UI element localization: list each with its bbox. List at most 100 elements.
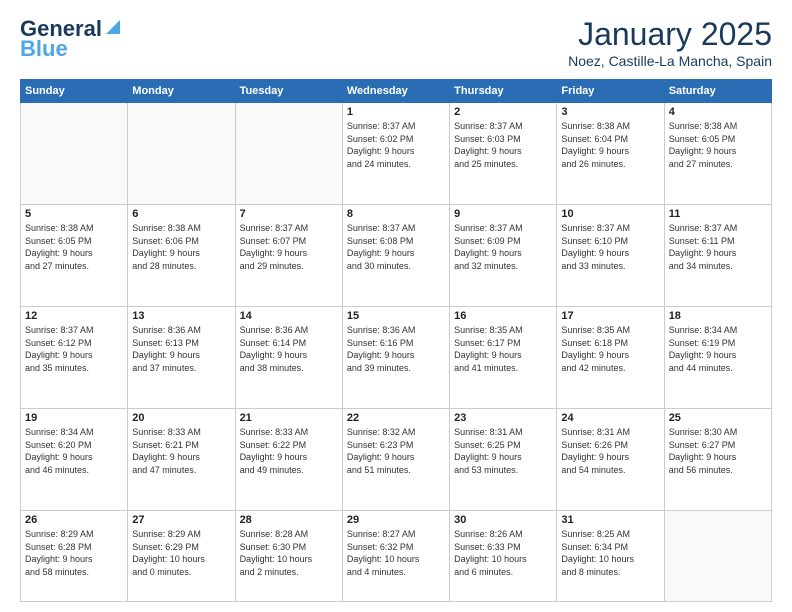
day-info: Sunrise: 8:34 AM Sunset: 6:19 PM Dayligh…: [669, 324, 767, 374]
calendar-cell: 27 Sunrise: 8:29 AM Sunset: 6:29 PM Dayli…: [128, 510, 235, 601]
day-info: Sunrise: 8:29 AM Sunset: 6:29 PM Dayligh…: [132, 528, 230, 578]
calendar-cell: 28Sunrise: 8:28 AM Sunset: 6:30 PM Dayli…: [235, 510, 342, 601]
day-info: Sunrise: 8:38 AM Sunset: 6:04 PM Dayligh…: [561, 120, 659, 170]
day-info: Sunrise: 8:37 AM Sunset: 6:10 PM Dayligh…: [561, 222, 659, 272]
title-block: January 2025 Noez, Castille-La Mancha, S…: [568, 16, 772, 69]
day-number: 12: [25, 310, 123, 322]
day-number: 4: [669, 106, 767, 118]
calendar-cell: 15 Sunrise: 8:36 AM Sunset: 6:16 PM Dayli…: [342, 306, 449, 408]
calendar-cell: 13 Sunrise: 8:36 AM Sunset: 6:13 PM Dayli…: [128, 306, 235, 408]
calendar-cell: 10Sunrise: 8:37 AM Sunset: 6:10 PM Dayli…: [557, 204, 664, 306]
calendar-cell: 2 Sunrise: 8:37 AM Sunset: 6:03 PM Daylig…: [450, 103, 557, 205]
calendar-cell: 14Sunrise: 8:36 AM Sunset: 6:14 PM Dayli…: [235, 306, 342, 408]
day-info: Sunrise: 8:35 AM Sunset: 6:18 PM Dayligh…: [561, 324, 659, 374]
calendar-week-row: 12 Sunrise: 8:37 AM Sunset: 6:12 PM Dayli…: [21, 306, 772, 408]
day-info: Sunrise: 8:29 AM Sunset: 6:28 PM Dayligh…: [25, 528, 123, 578]
month-title: January 2025: [568, 16, 772, 53]
day-number: 30: [454, 514, 552, 526]
day-number: 14: [240, 310, 338, 322]
weekday-header-row: SundayMondayTuesdayWednesdayThursdayFrid…: [21, 80, 772, 103]
day-number: 16: [454, 310, 552, 322]
day-info: Sunrise: 8:38 AM Sunset: 6:05 PM Dayligh…: [669, 120, 767, 170]
weekday-header: Wednesday: [342, 80, 449, 103]
calendar-cell: 29Sunrise: 8:27 AM Sunset: 6:32 PM Dayli…: [342, 510, 449, 601]
day-info: Sunrise: 8:31 AM Sunset: 6:25 PM Dayligh…: [454, 426, 552, 476]
day-info: Sunrise: 8:31 AM Sunset: 6:26 PM Dayligh…: [561, 426, 659, 476]
calendar-cell: 26 Sunrise: 8:29 AM Sunset: 6:28 PM Dayli…: [21, 510, 128, 601]
day-number: 9: [454, 208, 552, 220]
calendar-cell: [664, 510, 771, 601]
day-number: 2: [454, 106, 552, 118]
day-info: Sunrise: 8:33 AM Sunset: 6:22 PM Dayligh…: [240, 426, 338, 476]
day-number: 21: [240, 412, 338, 424]
day-info: Sunrise: 8:28 AM Sunset: 6:30 PM Dayligh…: [240, 528, 338, 578]
calendar-cell: 11Sunrise: 8:37 AM Sunset: 6:11 PM Dayli…: [664, 204, 771, 306]
calendar-cell: 22 Sunrise: 8:32 AM Sunset: 6:23 PM Dayli…: [342, 408, 449, 510]
day-number: 1: [347, 106, 445, 118]
calendar-cell: 7Sunrise: 8:37 AM Sunset: 6:07 PM Daylig…: [235, 204, 342, 306]
calendar-week-row: 26 Sunrise: 8:29 AM Sunset: 6:28 PM Dayli…: [21, 510, 772, 601]
day-info: Sunrise: 8:37 AM Sunset: 6:11 PM Dayligh…: [669, 222, 767, 272]
calendar-cell: 17 Sunrise: 8:35 AM Sunset: 6:18 PM Dayli…: [557, 306, 664, 408]
day-info: Sunrise: 8:37 AM Sunset: 6:09 PM Dayligh…: [454, 222, 552, 272]
calendar-cell: [235, 103, 342, 205]
day-number: 18: [669, 310, 767, 322]
day-info: Sunrise: 8:37 AM Sunset: 6:03 PM Dayligh…: [454, 120, 552, 170]
calendar-cell: 18 Sunrise: 8:34 AM Sunset: 6:19 PM Dayli…: [664, 306, 771, 408]
day-number: 27: [132, 514, 230, 526]
day-number: 15: [347, 310, 445, 322]
day-info: Sunrise: 8:35 AM Sunset: 6:17 PM Dayligh…: [454, 324, 552, 374]
day-info: Sunrise: 8:38 AM Sunset: 6:06 PM Dayligh…: [132, 222, 230, 272]
day-number: 13: [132, 310, 230, 322]
calendar-table: SundayMondayTuesdayWednesdayThursdayFrid…: [20, 79, 772, 602]
day-number: 19: [25, 412, 123, 424]
day-info: Sunrise: 8:32 AM Sunset: 6:23 PM Dayligh…: [347, 426, 445, 476]
calendar-cell: 8Sunrise: 8:37 AM Sunset: 6:08 PM Daylig…: [342, 204, 449, 306]
logo-triangle-icon: [104, 18, 122, 36]
day-number: 17: [561, 310, 659, 322]
header: General Blue January 2025 Noez, Castille…: [20, 16, 772, 69]
logo-blue: Blue: [20, 36, 68, 62]
day-number: 5: [25, 208, 123, 220]
calendar-cell: 20 Sunrise: 8:33 AM Sunset: 6:21 PM Dayli…: [128, 408, 235, 510]
day-info: Sunrise: 8:26 AM Sunset: 6:33 PM Dayligh…: [454, 528, 552, 578]
day-number: 25: [669, 412, 767, 424]
day-number: 20: [132, 412, 230, 424]
calendar-week-row: 5 Sunrise: 8:38 AM Sunset: 6:05 PM Daylig…: [21, 204, 772, 306]
day-number: 24: [561, 412, 659, 424]
day-info: Sunrise: 8:36 AM Sunset: 6:13 PM Dayligh…: [132, 324, 230, 374]
calendar-cell: 19 Sunrise: 8:34 AM Sunset: 6:20 PM Dayli…: [21, 408, 128, 510]
calendar-cell: 31 Sunrise: 8:25 AM Sunset: 6:34 PM Dayli…: [557, 510, 664, 601]
calendar-cell: 23 Sunrise: 8:31 AM Sunset: 6:25 PM Dayli…: [450, 408, 557, 510]
weekday-header: Sunday: [21, 80, 128, 103]
day-number: 22: [347, 412, 445, 424]
calendar-cell: [21, 103, 128, 205]
day-info: Sunrise: 8:37 AM Sunset: 6:02 PM Dayligh…: [347, 120, 445, 170]
day-info: Sunrise: 8:25 AM Sunset: 6:34 PM Dayligh…: [561, 528, 659, 578]
calendar-cell: 30 Sunrise: 8:26 AM Sunset: 6:33 PM Dayli…: [450, 510, 557, 601]
calendar-cell: 9 Sunrise: 8:37 AM Sunset: 6:09 PM Daylig…: [450, 204, 557, 306]
day-number: 7: [240, 208, 338, 220]
calendar-cell: 4 Sunrise: 8:38 AM Sunset: 6:05 PM Daylig…: [664, 103, 771, 205]
calendar-cell: 25 Sunrise: 8:30 AM Sunset: 6:27 PM Dayli…: [664, 408, 771, 510]
calendar-cell: 5 Sunrise: 8:38 AM Sunset: 6:05 PM Daylig…: [21, 204, 128, 306]
calendar-cell: 3 Sunrise: 8:38 AM Sunset: 6:04 PM Daylig…: [557, 103, 664, 205]
day-number: 3: [561, 106, 659, 118]
day-number: 23: [454, 412, 552, 424]
day-number: 8: [347, 208, 445, 220]
day-info: Sunrise: 8:38 AM Sunset: 6:05 PM Dayligh…: [25, 222, 123, 272]
day-info: Sunrise: 8:36 AM Sunset: 6:16 PM Dayligh…: [347, 324, 445, 374]
weekday-header: Saturday: [664, 80, 771, 103]
calendar-cell: 12 Sunrise: 8:37 AM Sunset: 6:12 PM Dayli…: [21, 306, 128, 408]
day-info: Sunrise: 8:37 AM Sunset: 6:12 PM Dayligh…: [25, 324, 123, 374]
day-info: Sunrise: 8:30 AM Sunset: 6:27 PM Dayligh…: [669, 426, 767, 476]
day-number: 31: [561, 514, 659, 526]
location-title: Noez, Castille-La Mancha, Spain: [568, 53, 772, 69]
calendar-cell: 21 Sunrise: 8:33 AM Sunset: 6:22 PM Dayli…: [235, 408, 342, 510]
weekday-header: Friday: [557, 80, 664, 103]
day-number: 29: [347, 514, 445, 526]
day-info: Sunrise: 8:33 AM Sunset: 6:21 PM Dayligh…: [132, 426, 230, 476]
day-number: 26: [25, 514, 123, 526]
day-info: Sunrise: 8:34 AM Sunset: 6:20 PM Dayligh…: [25, 426, 123, 476]
calendar-cell: 16 Sunrise: 8:35 AM Sunset: 6:17 PM Dayli…: [450, 306, 557, 408]
